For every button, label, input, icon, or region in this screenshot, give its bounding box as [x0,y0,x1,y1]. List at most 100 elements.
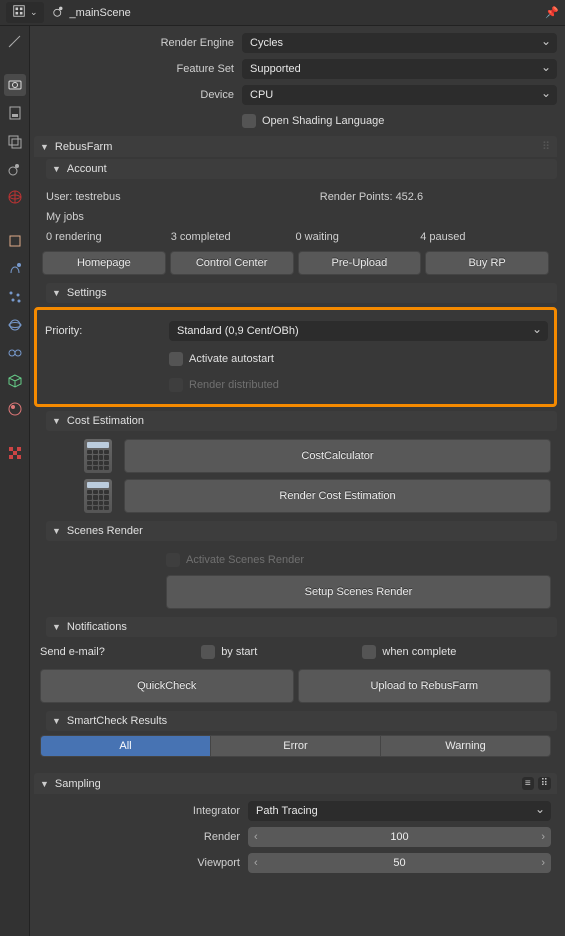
setup-scenes-button[interactable]: Setup Scenes Render [166,575,551,609]
priority-label: Priority: [43,325,169,337]
subpanel-title: Settings [67,287,107,299]
device-dropdown[interactable]: CPU [242,85,557,105]
subpanel-scenes[interactable]: ▼ Scenes Render [46,521,557,541]
render-samples-field[interactable]: 100 [248,827,551,847]
feature-set-dropdown[interactable]: Supported [242,59,557,79]
render-cost-estimation-button[interactable]: Render Cost Estimation [124,479,551,513]
when-complete-checkbox[interactable] [362,645,376,659]
calculator-icon [84,479,112,513]
subpanel-account[interactable]: ▼ Account [46,159,557,179]
subpanel-title: Account [67,163,107,175]
subpanel-cost[interactable]: ▼ Cost Estimation [46,411,557,431]
disclosure-icon: ▼ [52,716,61,726]
user-label: User: testrebus [46,191,263,203]
preset-icon[interactable]: ≡ [522,777,534,790]
homepage-button[interactable]: Homepage [42,251,166,275]
by-start-label: by start [221,646,257,658]
priority-dropdown[interactable]: Standard (0,9 Cent/OBh) [169,321,548,341]
send-email-label: Send e-mail? [40,646,197,658]
tab-material[interactable] [4,398,26,420]
control-center-button[interactable]: Control Center [170,251,294,275]
tab-texture[interactable] [4,442,26,464]
filter-warning[interactable]: Warning [381,735,551,757]
settings-highlight: Priority: Standard (0,9 Cent/OBh) Activa… [34,307,557,407]
osl-checkbox[interactable] [242,114,256,128]
render-points-label: Render Points: 452.6 [263,191,480,203]
editor-type-dropdown[interactable]: ⌄ [6,2,44,23]
panel-title: RebusFarm [55,141,112,153]
disclosure-icon: ▼ [52,164,61,174]
disclosure-icon: ▼ [52,526,61,536]
pin-icon[interactable]: 📌 [545,6,559,19]
subpanel-smartcheck[interactable]: ▼ SmartCheck Results [46,711,557,731]
drag-handle-icon[interactable]: ⠿ [542,140,551,153]
tab-data[interactable] [4,370,26,392]
panel-sampling[interactable]: ▼ Sampling ≡ ⠿ [34,773,557,794]
disclosure-icon: ▼ [52,288,61,298]
feature-set-label: Feature Set [34,63,242,75]
properties-content: Render Engine Cycles Feature Set Support… [30,26,565,936]
upload-button[interactable]: Upload to RebusFarm [298,669,552,703]
tab-render[interactable] [4,74,26,96]
tab-viewlayer[interactable] [4,130,26,152]
filter-all[interactable]: All [40,735,211,757]
panel-rebusfarm[interactable]: ▼ RebusFarm ⠿ [34,136,557,157]
integrator-label: Integrator [40,805,248,817]
jobs-paused: 4 paused [420,231,545,243]
scenes-activate-label: Activate Scenes Render [186,554,304,566]
properties-tab-strip [0,26,30,936]
quickcheck-button[interactable]: QuickCheck [40,669,294,703]
disclosure-icon: ▼ [52,622,61,632]
tab-constraint[interactable] [4,342,26,364]
render-engine-dropdown[interactable]: Cycles [242,33,557,53]
tab-tool[interactable] [4,30,26,52]
subpanel-title: SmartCheck Results [67,715,167,727]
tab-modifier[interactable] [4,258,26,280]
calculator-icon [84,439,112,473]
subpanel-title: Scenes Render [67,525,143,537]
disclosure-icon: ▼ [40,142,49,152]
viewport-samples-label: Viewport [40,857,248,869]
tab-world[interactable] [4,186,26,208]
my-jobs-label: My jobs [46,211,545,223]
disclosure-icon: ▼ [40,779,49,789]
filter-error[interactable]: Error [211,735,381,757]
render-samples-label: Render [40,831,248,843]
autostart-checkbox[interactable] [169,352,183,366]
tab-scene[interactable] [4,158,26,180]
pre-upload-button[interactable]: Pre-Upload [298,251,422,275]
tab-physics[interactable] [4,314,26,336]
chevron-down-icon: ⌄ [30,7,38,18]
scenes-activate-checkbox[interactable] [166,553,180,567]
tab-output[interactable] [4,102,26,124]
distributed-label: Render distributed [189,379,279,391]
integrator-dropdown[interactable]: Path Tracing [248,801,551,821]
scene-name: _mainScene [70,7,131,19]
drag-handle-icon[interactable]: ⠿ [538,777,551,790]
when-complete-label: when complete [382,646,456,658]
jobs-waiting: 0 waiting [296,231,421,243]
properties-icon [12,4,26,21]
device-label: Device [34,89,242,101]
viewport-samples-field[interactable]: 50 [248,853,551,873]
subpanel-settings[interactable]: ▼ Settings [46,283,557,303]
panel-title: Sampling [55,778,101,790]
jobs-completed: 3 completed [171,231,296,243]
tab-object[interactable] [4,230,26,252]
buy-rp-button[interactable]: Buy RP [425,251,549,275]
tab-particle[interactable] [4,286,26,308]
editor-header: ⌄ _mainScene 📌 [0,0,565,26]
subpanel-notifications[interactable]: ▼ Notifications [46,617,557,637]
disclosure-icon: ▼ [52,416,61,426]
render-engine-label: Render Engine [34,37,242,49]
jobs-rendering: 0 rendering [46,231,171,243]
scene-icon [52,4,66,21]
by-start-checkbox[interactable] [201,645,215,659]
distributed-checkbox[interactable] [169,378,183,392]
smartcheck-filter: All Error Warning [40,735,551,757]
cost-calculator-button[interactable]: CostCalculator [124,439,551,473]
autostart-label: Activate autostart [189,353,274,365]
subpanel-title: Notifications [67,621,127,633]
osl-label: Open Shading Language [262,115,384,127]
subpanel-title: Cost Estimation [67,415,144,427]
